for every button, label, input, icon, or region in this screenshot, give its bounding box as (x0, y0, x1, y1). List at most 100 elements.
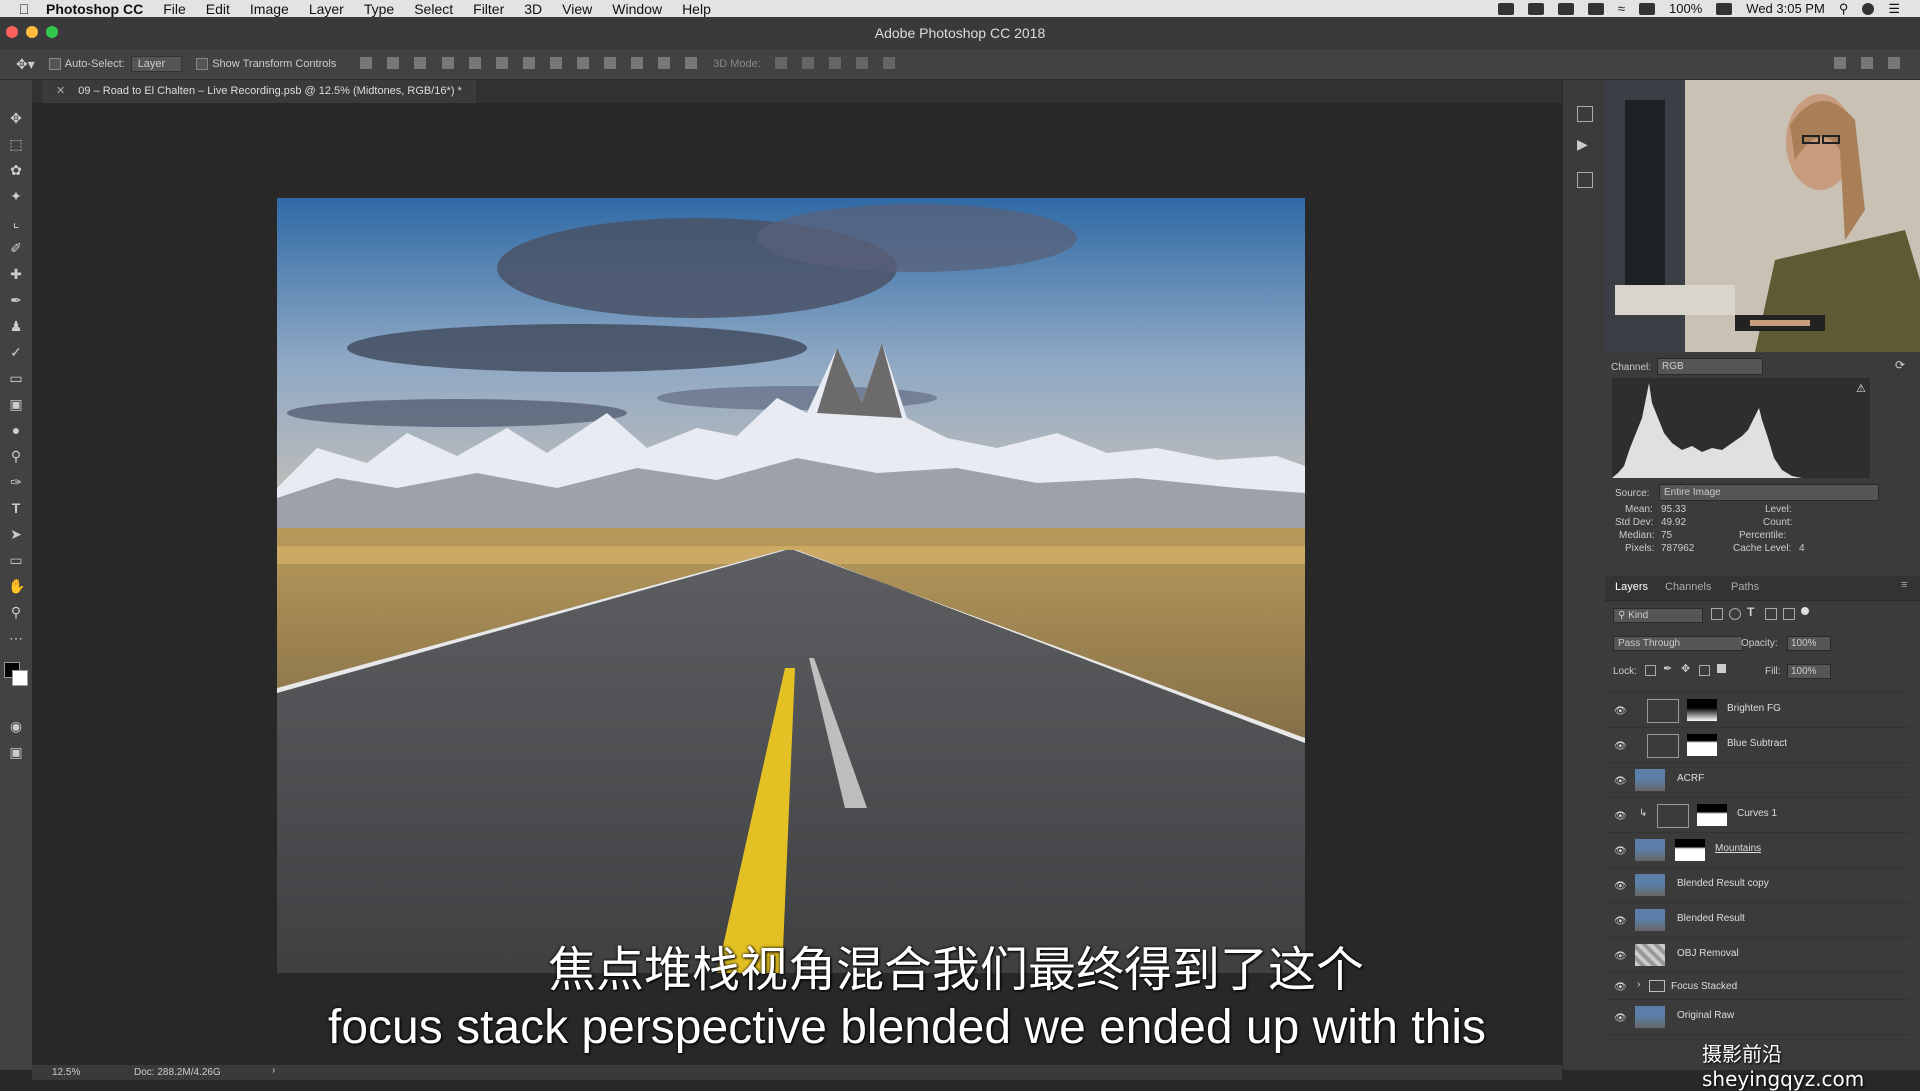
type-tool-icon[interactable]: T (8, 500, 24, 516)
creative-cloud-icon[interactable] (1527, 2, 1544, 15)
distribute-left-icon[interactable] (603, 56, 616, 69)
dodge-tool-icon[interactable]: ⚲ (8, 448, 24, 464)
distribute-bottom-icon[interactable] (576, 56, 589, 69)
close-tab-icon[interactable]: ✕ (56, 85, 65, 97)
siri-icon[interactable] (1862, 2, 1875, 15)
align-bottom-icon[interactable] (414, 56, 427, 69)
clone-stamp-tool-icon[interactable]: ♟ (8, 318, 24, 334)
eye-icon[interactable]: 👁 (1614, 916, 1628, 927)
tab-paths[interactable]: Paths (1731, 581, 1759, 593)
marquee-tool-icon[interactable]: ⬚ (8, 136, 24, 152)
document-tab[interactable]: ✕ 09 – Road to El Chalten – Live Recordi… (42, 80, 476, 103)
distribute-top-icon[interactable] (522, 56, 535, 69)
menu-select[interactable]: Select (414, 1, 453, 17)
3d-scale-icon[interactable] (883, 56, 896, 69)
airplay-icon[interactable] (1639, 2, 1656, 15)
close-window-button[interactable] (6, 26, 18, 38)
layer-mask-thumb[interactable] (1697, 804, 1727, 826)
history-panel-icon[interactable] (1577, 106, 1593, 122)
spotlight-icon[interactable]: ⚲ (1839, 1, 1849, 17)
menu-layer[interactable]: Layer (309, 1, 344, 17)
tab-layers[interactable]: Layers (1615, 581, 1648, 593)
align-right-icon[interactable] (495, 56, 508, 69)
menu-window[interactable]: Window (612, 1, 662, 17)
battery-icon[interactable] (1716, 2, 1733, 15)
gradient-tool-icon[interactable]: ▣ (8, 396, 24, 412)
layer-row[interactable]: 👁 Blended Result copy (1605, 868, 1910, 903)
eye-icon[interactable]: 👁 (1614, 982, 1628, 993)
apple-menu-icon[interactable]:  (14, 1, 34, 17)
actions-panel-icon[interactable]: ▶ (1577, 136, 1588, 153)
layer-row[interactable]: 👁 Blended Result (1605, 903, 1910, 938)
path-selection-tool-icon[interactable]: ➤ (8, 526, 24, 542)
workspace-icon[interactable] (1860, 57, 1873, 69)
hand-tool-icon[interactable]: ✋ (8, 578, 25, 594)
eye-icon[interactable]: 👁 (1614, 811, 1628, 822)
menu-image[interactable]: Image (250, 1, 289, 17)
show-transform-checkbox[interactable] (196, 58, 212, 71)
opacity-field[interactable]: 100% (1787, 636, 1831, 651)
wifi-icon[interactable]: ≈ (1618, 1, 1625, 16)
fill-field[interactable]: 100% (1787, 664, 1831, 679)
brush-tool-icon[interactable]: ✒ (8, 292, 24, 308)
group-expand-icon[interactable]: › (1637, 979, 1640, 990)
minimize-window-button[interactable] (26, 26, 38, 38)
zoom-tool-icon[interactable]: ⚲ (8, 604, 24, 620)
filter-adjustment-icon[interactable] (1729, 608, 1741, 620)
refresh-icon[interactable]: ⟳ (1895, 358, 1905, 372)
display-icon[interactable] (1497, 2, 1514, 15)
menu-file[interactable]: File (163, 1, 186, 17)
filter-shape-icon[interactable] (1765, 608, 1777, 620)
screen-mode-icon[interactable]: ▣ (8, 744, 24, 760)
eye-icon[interactable]: 👁 (1614, 881, 1628, 892)
align-left-icon[interactable] (441, 56, 454, 69)
properties-panel-icon[interactable] (1577, 172, 1593, 188)
filter-pixel-icon[interactable] (1711, 608, 1723, 620)
align-hcenter-icon[interactable] (468, 56, 481, 69)
blend-mode-dropdown[interactable]: Pass Through (1613, 636, 1743, 651)
menu-type[interactable]: Type (364, 1, 394, 17)
distribute-hcenter-icon[interactable] (630, 56, 643, 69)
notification-center-icon[interactable]: ☰ (1888, 1, 1900, 17)
distribute-right-icon[interactable] (658, 56, 671, 69)
layer-row[interactable]: 👁 Blue Subtract (1605, 728, 1910, 763)
menu-edit[interactable]: Edit (206, 1, 230, 17)
filter-kind-dropdown[interactable]: ⚲ Kind (1613, 608, 1703, 623)
layer-row[interactable]: 👁 ACRF (1605, 763, 1910, 798)
warning-icon[interactable]: ⚠ (1856, 382, 1866, 395)
3d-orbit-icon[interactable] (774, 56, 787, 69)
filter-smart-object-icon[interactable] (1783, 608, 1795, 620)
app-menu[interactable]: Photoshop CC (46, 1, 143, 17)
auto-align-icon[interactable] (685, 56, 698, 69)
healing-brush-tool-icon[interactable]: ✚ (8, 266, 24, 282)
dropbox-icon[interactable] (1557, 2, 1574, 15)
zoom-window-button[interactable] (46, 26, 58, 38)
3d-roll-icon[interactable] (801, 56, 814, 69)
eye-icon[interactable]: 👁 (1614, 846, 1628, 857)
lasso-tool-icon[interactable]: ✿ (8, 162, 24, 178)
eye-icon[interactable]: 👁 (1614, 951, 1628, 962)
layer-mask-thumb[interactable] (1675, 839, 1705, 861)
panel-menu-icon[interactable]: ≡ (1901, 579, 1907, 591)
menu-help[interactable]: Help (682, 1, 711, 17)
filter-type-icon[interactable]: T (1747, 605, 1754, 619)
status-expand-icon[interactable]: › (272, 1065, 275, 1076)
layer-row[interactable]: 👁 OBJ Removal (1605, 938, 1910, 973)
lock-all-icon[interactable] (1717, 664, 1726, 673)
move-tool-icon[interactable]: ✥ (8, 110, 24, 126)
eraser-tool-icon[interactable]: ▭ (8, 370, 24, 386)
blur-tool-icon[interactable]: ● (8, 422, 24, 438)
auto-select-dropdown[interactable]: Layer (130, 56, 183, 72)
layer-row[interactable]: 👁 Brighten FG (1605, 693, 1910, 728)
eye-icon[interactable]: 👁 (1614, 776, 1628, 787)
eyedropper-tool-icon[interactable]: ✐ (8, 240, 24, 256)
source-dropdown[interactable]: Entire Image (1659, 484, 1879, 501)
align-vcenter-icon[interactable] (387, 56, 400, 69)
bluetooth-icon[interactable] (1587, 2, 1604, 15)
rectangle-tool-icon[interactable]: ▭ (8, 552, 24, 568)
layer-mask-thumb[interactable] (1687, 734, 1717, 756)
quick-mask-icon[interactable]: ◉ (8, 718, 24, 734)
background-color-swatch[interactable] (12, 670, 28, 686)
menu-view[interactable]: View (562, 1, 592, 17)
lock-artboard-icon[interactable] (1699, 665, 1710, 676)
